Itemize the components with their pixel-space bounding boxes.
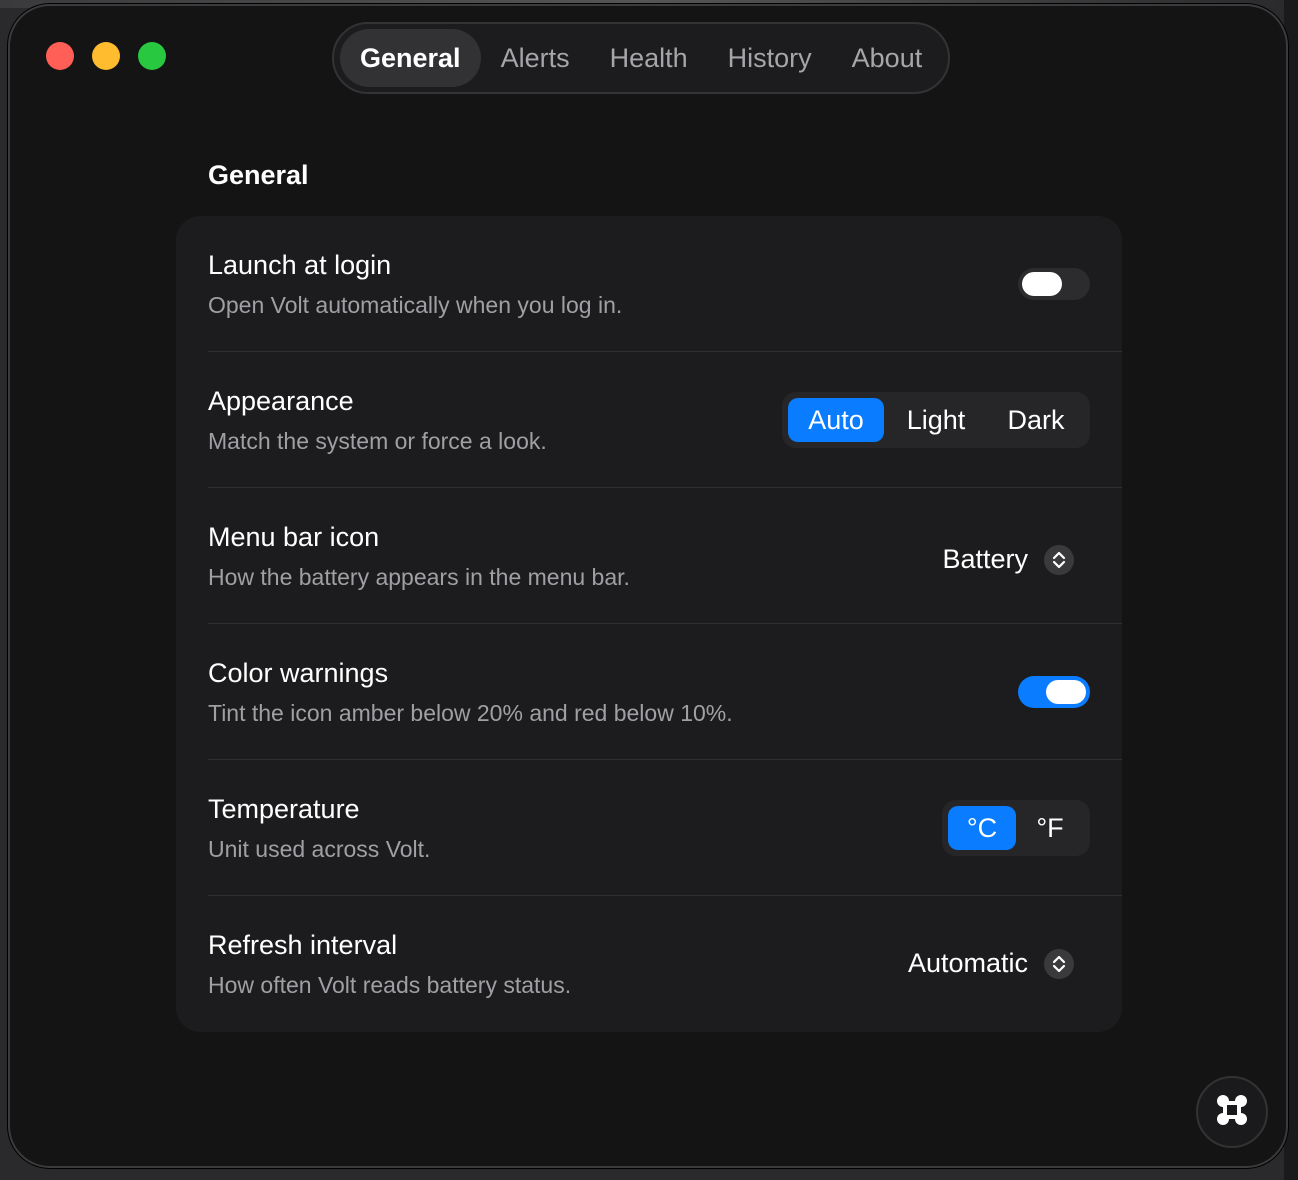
popup-value: Automatic xyxy=(907,948,1028,978)
chevron-up-down-icon xyxy=(1044,948,1074,979)
color-warnings-toggle[interactable] xyxy=(1018,676,1090,708)
setting-row-color-warnings: Color warnings Tint the icon amber below… xyxy=(208,624,1122,760)
setting-title: Refresh interval xyxy=(208,930,398,960)
popup-value: Battery xyxy=(942,544,1028,574)
command-button[interactable] xyxy=(1196,1076,1268,1148)
setting-title: Appearance xyxy=(208,386,354,416)
command-icon xyxy=(1214,1092,1250,1133)
tab-about[interactable]: About xyxy=(832,29,943,87)
settings-card: Launch at login Open Volt automatically … xyxy=(176,216,1122,1032)
tab-general[interactable]: General xyxy=(340,29,481,87)
setting-description: Tint the icon amber below 20% and red be… xyxy=(208,700,733,726)
settings-window: General Alerts Health History About Gene… xyxy=(8,4,1288,1168)
setting-description: How the battery appears in the menu bar. xyxy=(208,564,630,590)
temperature-segmented-control: °C °F xyxy=(942,800,1090,856)
setting-title: Launch at login xyxy=(208,250,392,280)
tab-bar: General Alerts Health History About xyxy=(332,22,951,94)
launch-at-login-toggle[interactable] xyxy=(1018,268,1090,300)
setting-title: Menu bar icon xyxy=(208,522,380,552)
minimize-window-button[interactable] xyxy=(92,42,120,70)
temperature-option-celsius[interactable]: °C xyxy=(948,806,1016,850)
appearance-option-light[interactable]: Light xyxy=(884,398,988,442)
toggle-knob xyxy=(1022,272,1062,296)
setting-title: Temperature xyxy=(208,794,360,824)
traffic-lights xyxy=(46,42,166,70)
tab-alerts[interactable]: Alerts xyxy=(481,29,590,87)
temperature-option-fahrenheit[interactable]: °F xyxy=(1016,806,1084,850)
zoom-window-button[interactable] xyxy=(138,42,166,70)
refresh-interval-popup[interactable]: Automatic xyxy=(908,948,1074,979)
appearance-option-dark[interactable]: Dark xyxy=(988,398,1084,442)
appearance-segmented-control: Auto Light Dark xyxy=(782,392,1090,448)
setting-row-refresh-interval: Refresh interval How often Volt reads ba… xyxy=(208,896,1122,1032)
close-window-button[interactable] xyxy=(46,42,74,70)
setting-description: Unit used across Volt. xyxy=(208,836,431,862)
setting-row-appearance: Appearance Match the system or force a l… xyxy=(208,352,1122,488)
section-title: General xyxy=(208,160,309,190)
setting-description: Match the system or force a look. xyxy=(208,428,547,454)
appearance-option-auto[interactable]: Auto xyxy=(788,398,884,442)
setting-title: Color warnings xyxy=(208,658,389,688)
toggle-knob xyxy=(1046,680,1086,704)
setting-row-menu-bar-icon: Menu bar icon How the battery appears in… xyxy=(208,488,1122,624)
setting-row-launch-at-login: Launch at login Open Volt automatically … xyxy=(208,216,1122,352)
menu-bar-icon-popup[interactable]: Battery xyxy=(942,544,1074,575)
tab-health[interactable]: Health xyxy=(590,29,708,87)
setting-description: Open Volt automatically when you log in. xyxy=(208,292,623,318)
tab-history[interactable]: History xyxy=(708,29,832,87)
setting-row-temperature: Temperature Unit used across Volt. °C °F xyxy=(208,760,1122,896)
setting-description: How often Volt reads battery status. xyxy=(208,972,572,998)
chevron-up-down-icon xyxy=(1044,544,1074,575)
